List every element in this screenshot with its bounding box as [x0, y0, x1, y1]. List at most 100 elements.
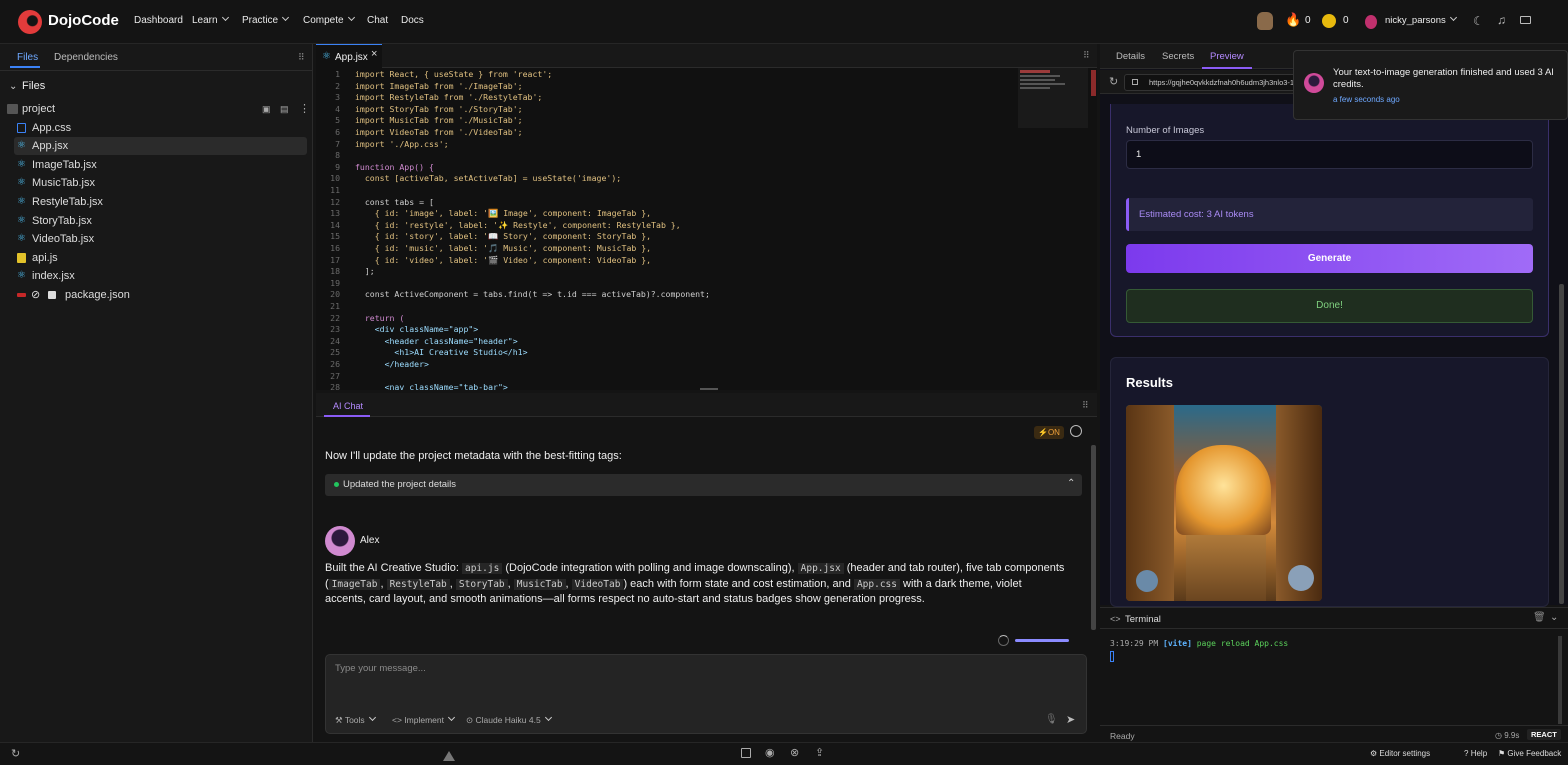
editor-scrollbar[interactable]: [1091, 70, 1096, 96]
tab-files[interactable]: Files: [17, 52, 38, 63]
chevron-down-icon[interactable]: ⌄: [1550, 612, 1558, 623]
nav-docs[interactable]: Docs: [401, 15, 424, 26]
terminal-title[interactable]: Terminal: [1125, 614, 1161, 625]
generated-image[interactable]: [1126, 405, 1322, 601]
generate-button[interactable]: Generate: [1126, 244, 1533, 273]
send-icon[interactable]: ➤: [1066, 713, 1075, 726]
drag-handle-icon[interactable]: ⠿: [298, 52, 305, 63]
log-time: 3:19:29 PM: [1110, 639, 1159, 648]
trash-icon[interactable]: 🗑: [1533, 612, 1546, 623]
tool-status-row[interactable]: Updated the project details ⌃: [325, 474, 1082, 496]
file-item-storytab[interactable]: ⚛ StoryTab.jsx: [0, 212, 313, 230]
nav-practice-label: Practice: [242, 15, 279, 26]
reload-icon[interactable]: ↻: [1109, 75, 1118, 88]
brand-name[interactable]: DojoCode: [48, 12, 119, 29]
num-images-input[interactable]: 1: [1126, 140, 1533, 169]
editor-tab-bar: [316, 44, 1097, 68]
coin-count: 0: [1343, 15, 1349, 26]
line-number: 15: [330, 231, 340, 242]
inline-code: App.jsx: [797, 563, 844, 574]
tools-dropdown[interactable]: ⚒ Tools: [335, 713, 376, 726]
file-item-package-json[interactable]: ⊘ package.json: [0, 286, 313, 304]
react-file-icon: ⚛: [322, 51, 331, 62]
chevron-down-icon[interactable]: ⌄: [9, 81, 17, 92]
nav-compete[interactable]: Compete: [303, 13, 355, 26]
file-item-app-jsx[interactable]: ⚛ App.jsx: [14, 137, 307, 155]
eye-icon[interactable]: ◉: [765, 746, 775, 759]
code-text: import './App.css';: [355, 138, 449, 149]
chat-input[interactable]: Type your message...: [335, 663, 426, 674]
code-text: <header className="header">: [355, 335, 518, 346]
file-item-api-js[interactable]: api.js: [0, 249, 313, 267]
assistant-message: Built the AI Creative Studio: api.js (Do…: [325, 561, 1065, 608]
message-text: (DojoCode integration with polling and i…: [502, 562, 798, 574]
editor-tab-app-jsx[interactable]: ⚛ App.jsx ×: [316, 44, 382, 68]
history-clock-icon[interactable]: [1070, 425, 1082, 437]
help-link[interactable]: ? Help: [1464, 749, 1487, 758]
notification-toast[interactable]: Your text-to-image generation finished a…: [1293, 50, 1568, 120]
url-text: https://gqjhe0qvkkdzfnah0h6udm3jh3nlo3-1: [1149, 78, 1295, 87]
refresh-icon[interactable]: ↻: [11, 747, 20, 760]
nav-learn-label: Learn: [192, 15, 218, 26]
terminal-cursor[interactable]: [1110, 651, 1114, 662]
warning-triangle-icon[interactable]: [443, 751, 455, 761]
drag-handle-icon[interactable]: ⠿: [1082, 400, 1089, 411]
user-menu[interactable]: nicky_parsons: [1385, 13, 1457, 26]
chevron-up-icon[interactable]: ⌃: [1067, 478, 1075, 489]
inline-code: RestyleTab: [386, 578, 450, 590]
file-item-musictab[interactable]: ⚛ MusicTab.jsx: [0, 174, 313, 192]
image-generator-card: Number of Images 1 Estimated cost: 3 AI …: [1110, 104, 1549, 337]
file-item-index-jsx[interactable]: ⚛ index.jsx: [0, 267, 313, 285]
share-icon[interactable]: ⇪: [815, 746, 824, 759]
feedback-link[interactable]: ⚑ Give Feedback: [1498, 749, 1561, 758]
file-label: index.jsx: [32, 270, 75, 282]
line-number: 3: [335, 92, 340, 103]
nav-chat[interactable]: Chat: [367, 15, 388, 26]
tab-secrets[interactable]: Secrets: [1162, 51, 1194, 62]
terminal-scrollbar[interactable]: [1558, 636, 1562, 724]
chat-scrollbar[interactable]: [1091, 445, 1096, 630]
mail-icon[interactable]: [1520, 16, 1531, 24]
code-text: const tabs = [: [355, 196, 434, 207]
nav-practice[interactable]: Practice: [242, 13, 290, 26]
auto-mode-badge[interactable]: ⚡ON: [1034, 426, 1064, 439]
drag-handle-icon[interactable]: ⠿: [1083, 50, 1090, 61]
new-file-icon[interactable]: ▣: [262, 100, 271, 118]
link-icon[interactable]: ⊗: [790, 746, 799, 759]
new-folder-icon[interactable]: ▤: [280, 100, 289, 118]
bag-icon[interactable]: [1257, 12, 1273, 30]
user-avatar[interactable]: [1365, 15, 1377, 29]
mode-dropdown[interactable]: <> Implement: [392, 713, 456, 725]
nav-learn[interactable]: Learn: [192, 13, 229, 26]
model-dropdown[interactable]: ⊙ Claude Haiku 4.5: [466, 713, 552, 726]
close-icon[interactable]: ×: [371, 48, 377, 60]
code-text: import MusicTab from './MusicTab';: [355, 115, 523, 126]
file-item-videotab[interactable]: ⚛ VideoTab.jsx: [0, 230, 313, 248]
tab-details[interactable]: Details: [1116, 51, 1145, 62]
nav-dashboard[interactable]: Dashboard: [134, 15, 183, 26]
tab-preview[interactable]: Preview: [1210, 51, 1244, 62]
preview-scrollbar[interactable]: [1559, 284, 1564, 604]
dojocode-logo-icon[interactable]: [18, 10, 42, 34]
tab-dependencies[interactable]: Dependencies: [54, 52, 118, 63]
cost-estimate-text: Estimated cost: 3 AI tokens: [1139, 209, 1254, 220]
file-item-restyletab[interactable]: ⚛ RestyleTab.jsx: [0, 193, 313, 211]
more-options-icon[interactable]: ⋮: [299, 100, 310, 118]
line-number: 18: [330, 266, 340, 277]
code-minimap[interactable]: [1018, 68, 1088, 128]
message-text: ,: [380, 577, 387, 590]
project-folder[interactable]: project ▣ ▤ ⋮: [0, 100, 313, 118]
resize-handle[interactable]: [700, 388, 718, 390]
file-item-imagetab[interactable]: ⚛ ImageTab.jsx: [0, 156, 313, 174]
code-area[interactable]: 1 import React, { useState } from 'react'…: [316, 69, 1016, 390]
editor-settings-link[interactable]: ⚙ Editor settings: [1370, 749, 1430, 758]
line-number: 10: [330, 173, 340, 184]
message-text: ,: [565, 577, 572, 590]
file-item-app-css[interactable]: App.css: [0, 119, 313, 137]
microphone-icon[interactable]: 🎙: [1045, 714, 1058, 725]
notification-bell-icon[interactable]: ♫: [1497, 13, 1506, 27]
moon-icon[interactable]: ☾: [1473, 14, 1484, 28]
tab-ai-chat[interactable]: AI Chat: [333, 401, 363, 411]
save-icon[interactable]: [741, 748, 751, 758]
inline-code: api.js: [461, 563, 503, 574]
